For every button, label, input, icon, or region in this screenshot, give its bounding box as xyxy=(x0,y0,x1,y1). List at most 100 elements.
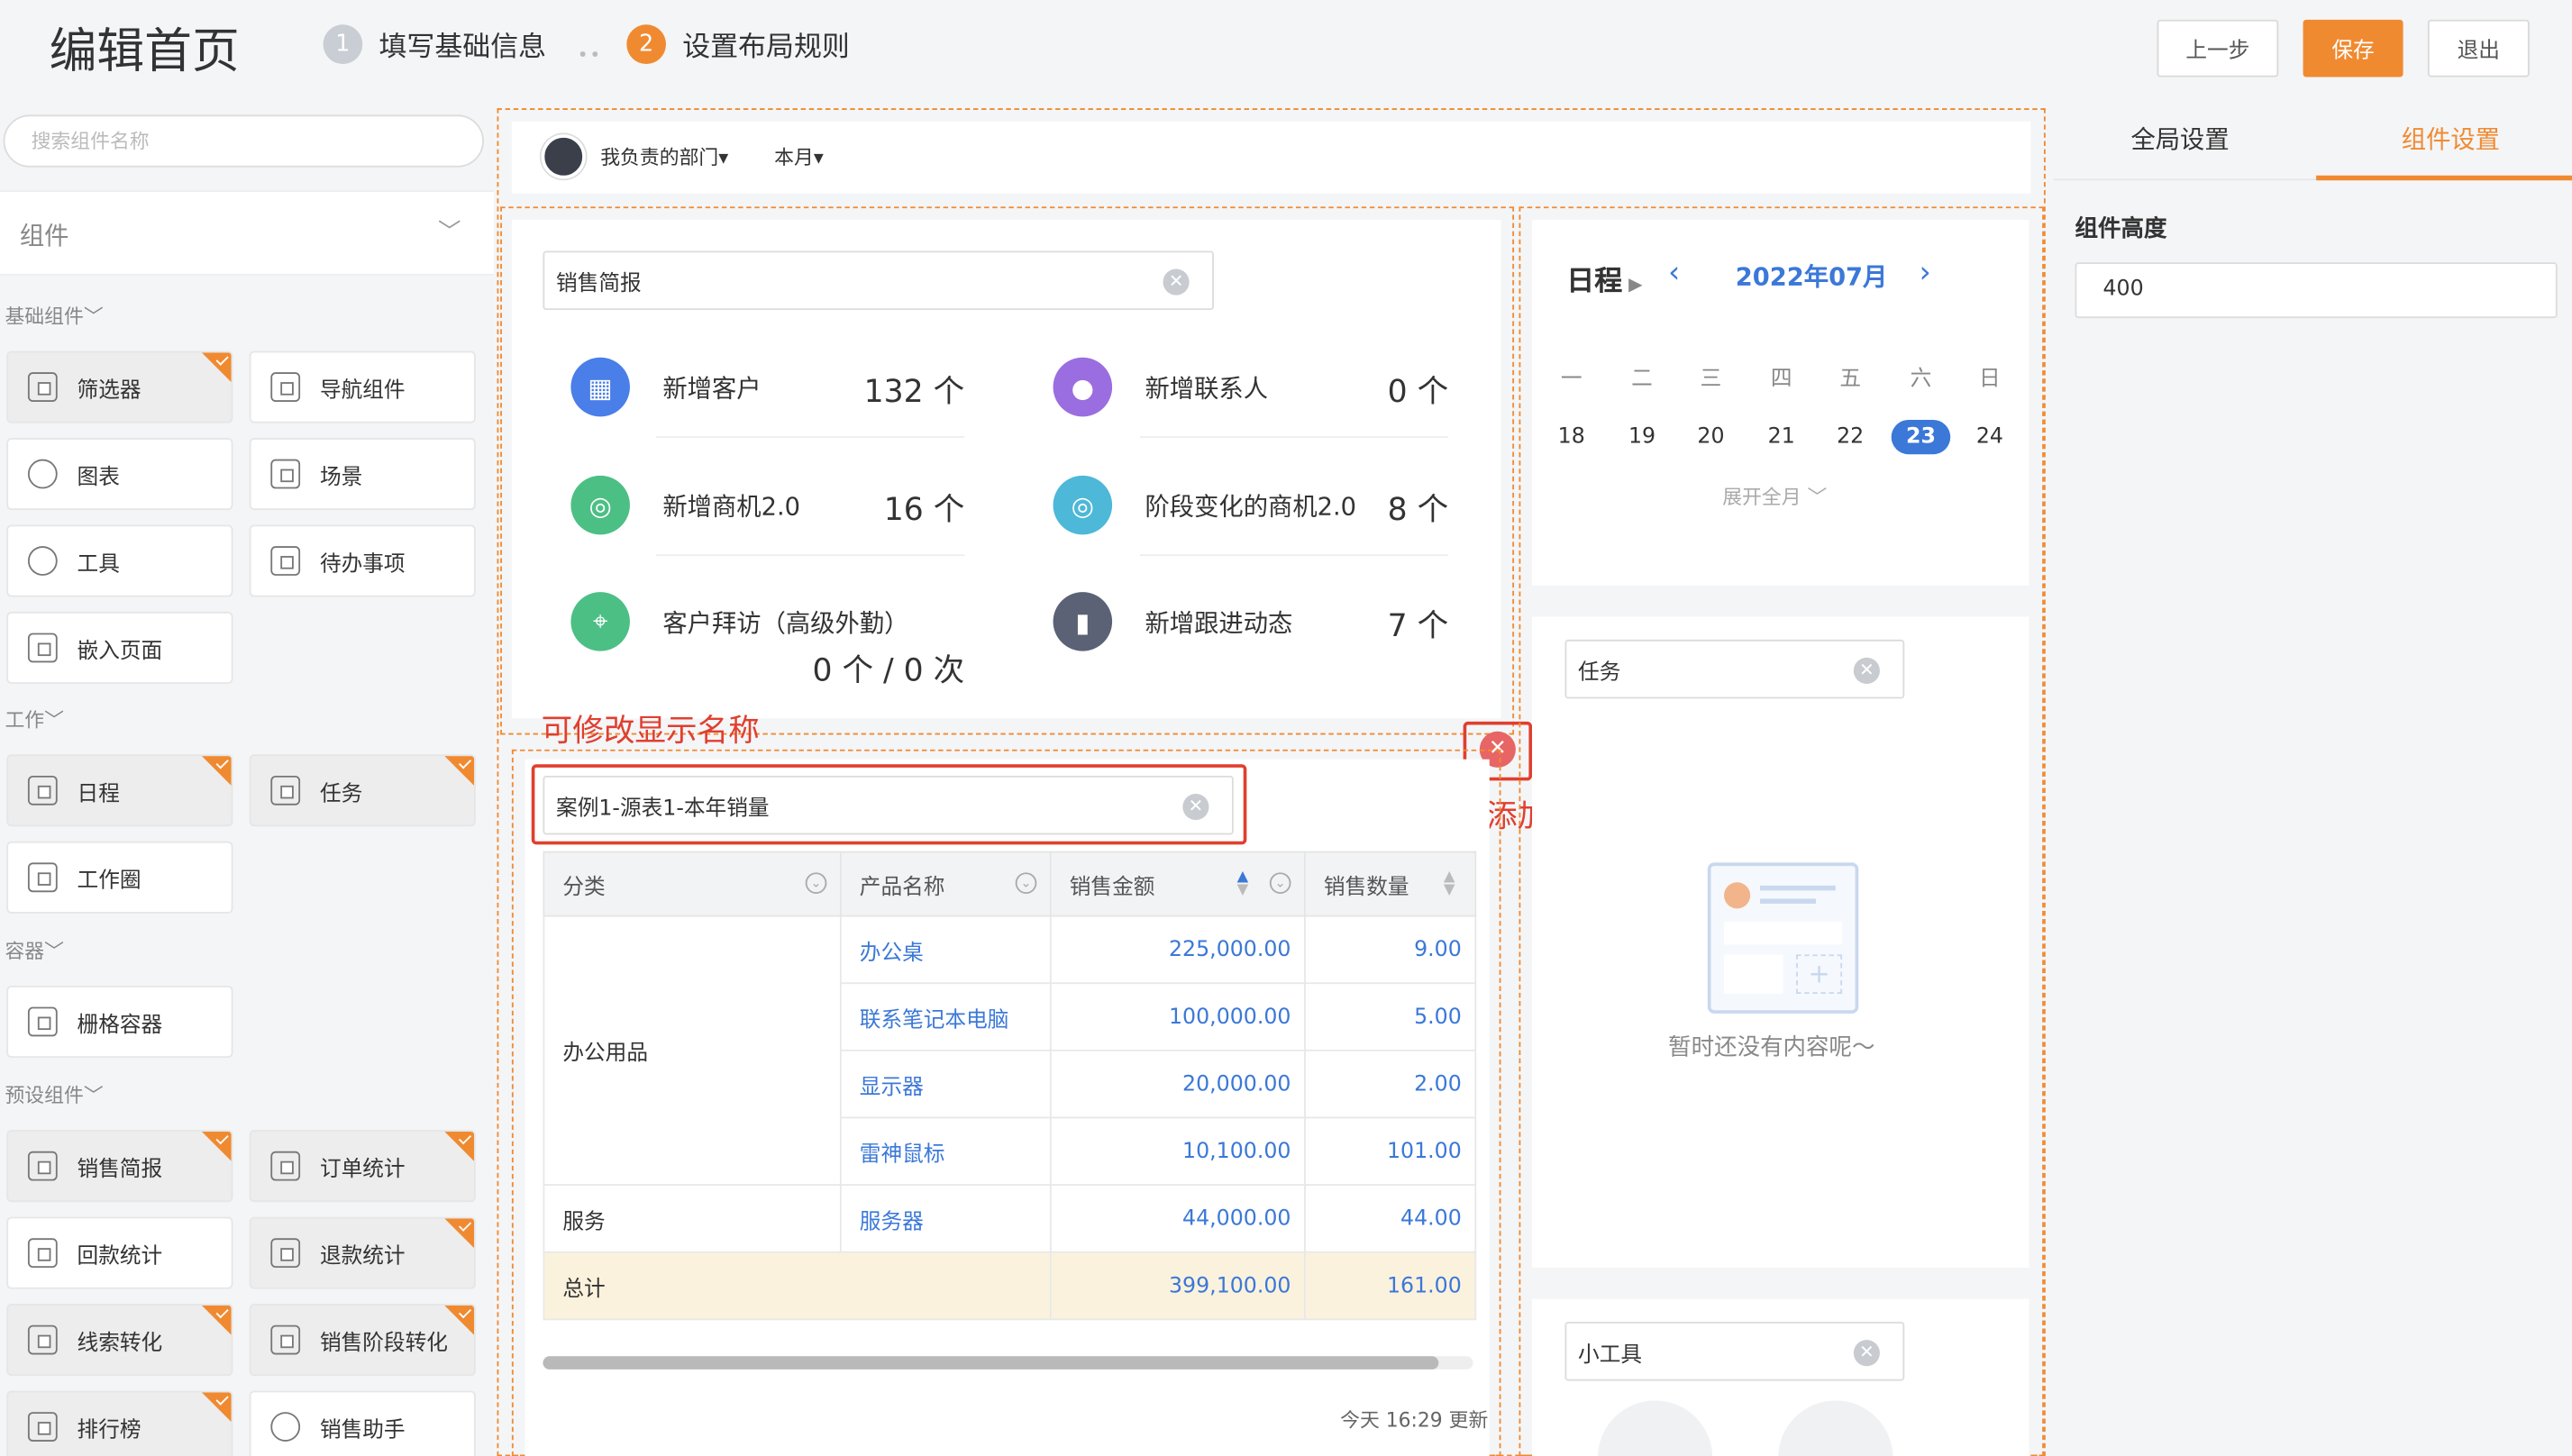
product-link[interactable]: 服务器 xyxy=(839,1184,1052,1253)
day-cell[interactable]: 21 xyxy=(1752,420,1811,454)
exit-button[interactable]: 退出 xyxy=(2427,19,2530,77)
tab-global-settings[interactable]: 全局设置 xyxy=(2130,122,2229,156)
product-link[interactable]: 显示器 xyxy=(839,1049,1052,1119)
next-month-icon[interactable]: › xyxy=(1920,256,1931,290)
widget-icon xyxy=(270,1324,301,1355)
department-select[interactable]: 我负责的部门▾ xyxy=(600,142,728,170)
component-category-select[interactable]: 组件 ﹀ xyxy=(0,190,494,276)
weekday: 五 xyxy=(1839,367,1862,393)
component-sales-brief[interactable]: 销售简报 xyxy=(6,1130,233,1203)
weekday: 四 xyxy=(1770,367,1792,393)
rename-annotation: 可修改显示名称 xyxy=(541,713,760,750)
person-icon: ● xyxy=(1053,357,1113,417)
clear-icon[interactable]: ✕ xyxy=(1163,268,1190,296)
prev-step-button[interactable]: 上一步 xyxy=(2157,19,2279,77)
component-scene[interactable]: 场景 xyxy=(249,437,476,511)
day-cell[interactable]: 24 xyxy=(1960,420,2020,454)
report-name-input[interactable]: 案例1-源表1-本年销量 ✕ xyxy=(543,775,1234,835)
component-todo[interactable]: 待办事项 xyxy=(249,524,476,597)
sort-icon[interactable]: ▲ ▼ xyxy=(1444,870,1455,898)
page-title: 编辑首页 xyxy=(49,23,240,79)
component-payment-stats[interactable]: 回款统计 xyxy=(6,1216,233,1289)
widget-icon xyxy=(27,862,58,893)
component-tool[interactable]: 工具 xyxy=(6,524,233,597)
stat-new-opportunities: ◎ 新增商机2.0 xyxy=(570,475,800,535)
component-search-input[interactable]: 搜索组件名称 xyxy=(3,114,484,168)
sales-brief-name-input[interactable]: 销售简报 ✕ xyxy=(543,250,1214,311)
wrench-icon xyxy=(27,546,58,576)
component-navigation[interactable]: 导航组件 xyxy=(249,350,476,423)
prev-month-icon[interactable]: ‹ xyxy=(1668,256,1680,290)
added-check-icon xyxy=(444,1305,475,1335)
component-embed-page[interactable]: 嵌入页面 xyxy=(6,611,233,685)
assistant-icon xyxy=(270,1412,301,1442)
bar-chart-icon: ▮ xyxy=(1053,592,1113,651)
step-1: 1 填写基础信息 xyxy=(323,23,546,64)
stat-value: 8 个 xyxy=(1387,492,1449,529)
sort-icon[interactable]: ▲ ▼ xyxy=(1237,870,1249,898)
filter-bar xyxy=(511,121,2031,194)
building-icon: ▦ xyxy=(570,357,630,417)
grid-icon xyxy=(270,459,301,489)
component-schedule[interactable]: 日程 xyxy=(6,754,233,827)
component-lead-conversion[interactable]: 线索转化 xyxy=(6,1304,233,1377)
header-amount: 销售金额 ▲ ▼ ⌄ xyxy=(1049,851,1306,917)
component-refund-stats[interactable]: 退款统计 xyxy=(249,1216,476,1289)
filter-circle-icon[interactable]: ⌄ xyxy=(1269,872,1291,895)
added-check-icon xyxy=(444,1218,475,1249)
component-task[interactable]: 任务 xyxy=(249,754,476,827)
chevron-down-icon: ﹀ xyxy=(437,219,461,247)
section-preset[interactable]: 预设组件﹀ xyxy=(5,1081,103,1109)
tab-component-settings[interactable]: 组件设置 xyxy=(2402,122,2500,156)
added-check-icon xyxy=(201,1305,232,1335)
tools-name-input[interactable]: 小工具 ✕ xyxy=(1564,1322,1905,1381)
avatar xyxy=(541,134,586,179)
bar-chart-icon xyxy=(27,1412,58,1442)
widget-icon xyxy=(27,1238,58,1269)
filter-circle-icon[interactable]: ⌄ xyxy=(805,872,827,895)
component-grid-container[interactable]: 栅格容器 xyxy=(6,985,233,1059)
section-work[interactable]: 工作﹀ xyxy=(5,705,64,733)
component-chart[interactable]: 图表 xyxy=(6,437,233,511)
product-link[interactable]: 联系笔记本电脑 xyxy=(839,982,1052,1051)
save-button[interactable]: 保存 xyxy=(2303,19,2403,77)
empty-state-text: 暂时还没有内容呢～ xyxy=(1668,1034,1875,1061)
target-icon: ◎ xyxy=(570,475,630,535)
stat-customer-visits: ⌖ 客户拜访（高级外勤） xyxy=(570,592,908,651)
day-cell[interactable]: 19 xyxy=(1612,420,1672,454)
added-check-icon xyxy=(444,756,475,786)
product-link[interactable]: 雷神鼠标 xyxy=(839,1116,1052,1187)
header-quantity: 销售数量 ▲ ▼ xyxy=(1304,851,1477,917)
page: 编辑首页 1 填写基础信息 •• 2 设置布局规则 上一步 保存 退出 搜索组件… xyxy=(0,0,2572,1456)
section-container[interactable]: 容器﹀ xyxy=(5,936,64,964)
component-order-stats[interactable]: 订单统计 xyxy=(249,1130,476,1203)
clear-icon[interactable]: ✕ xyxy=(1853,657,1880,685)
horizontal-scrollbar[interactable] xyxy=(543,1356,1473,1370)
widget-icon xyxy=(27,1006,58,1037)
height-input[interactable]: 400 xyxy=(2075,262,2558,319)
expand-month-link[interactable]: 展开全月 ﹀ xyxy=(1722,482,1827,510)
day-cell[interactable]: 20 xyxy=(1682,420,1741,454)
empty-state-icon: + xyxy=(1707,862,1859,1014)
table-row: 办公用品 办公桌 225,000.00 9.00 xyxy=(543,915,1477,1187)
added-check-icon xyxy=(201,1392,232,1423)
filter-circle-icon[interactable]: ⌄ xyxy=(1015,872,1037,895)
day-cell-today[interactable]: 23 xyxy=(1891,419,1951,455)
section-basic[interactable]: 基础组件﹀ xyxy=(5,302,103,330)
day-cell[interactable]: 18 xyxy=(1542,420,1601,454)
clear-icon[interactable]: ✕ xyxy=(1182,793,1209,821)
clear-icon[interactable]: ✕ xyxy=(1853,1340,1880,1367)
component-filter[interactable]: 筛选器 xyxy=(6,350,233,423)
period-select[interactable]: 本月▾ xyxy=(774,142,824,170)
component-sales-assistant[interactable]: 销售助手 xyxy=(249,1390,476,1456)
scrollbar-thumb[interactable] xyxy=(543,1356,1439,1370)
task-name-input[interactable]: 任务 ✕ xyxy=(1564,639,1905,699)
header-product: 产品名称 ⌄ xyxy=(839,851,1052,917)
widget-icon xyxy=(27,1324,58,1355)
component-ranking[interactable]: 排行榜 xyxy=(6,1390,233,1456)
added-check-icon xyxy=(201,756,232,786)
component-work-circle[interactable]: 工作圈 xyxy=(6,841,233,914)
product-link[interactable]: 办公桌 xyxy=(839,915,1052,985)
component-stage-conversion[interactable]: 销售阶段转化 xyxy=(249,1304,476,1377)
day-cell[interactable]: 22 xyxy=(1820,420,1880,454)
